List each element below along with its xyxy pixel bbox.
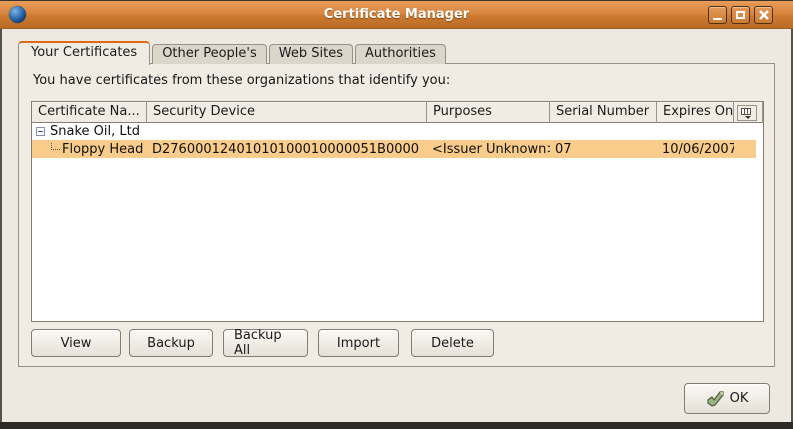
organization-name: Snake Oil, Ltd <box>50 124 140 139</box>
certificate-manager-window: Certificate Manager Your Certificates Ot… <box>0 0 793 429</box>
tree-collapse-icon[interactable] <box>36 127 45 136</box>
tab-other-peoples[interactable]: Other People's <box>152 44 267 64</box>
description-text: You have certificates from these organiz… <box>33 73 450 88</box>
titlebar: Certificate Manager <box>0 1 793 29</box>
ok-button[interactable]: OK <box>684 383 770 414</box>
certificate-name: Floppy Head <box>62 142 143 157</box>
minimize-icon <box>713 18 722 20</box>
certificates-table: Certificate Na... Security Device Purpos… <box>31 101 764 322</box>
column-picker-button[interactable] <box>734 102 763 123</box>
expires-on-cell: 10/06/2007 <box>657 142 734 157</box>
security-device-cell: D27600012401010100010000051B0000 <box>147 142 427 157</box>
action-button-row: View Backup Backup All Import Delete <box>31 329 494 357</box>
globe-icon <box>9 6 26 23</box>
tab-strip: Your Certificates Other People's Web Sit… <box>18 40 446 64</box>
column-header-certificate-name[interactable]: Certificate Na... <box>32 102 147 123</box>
table-header: Certificate Na... Security Device Purpos… <box>32 102 763 123</box>
ok-button-label: OK <box>730 391 749 406</box>
maximize-button[interactable] <box>731 6 750 24</box>
tab-authorities[interactable]: Authorities <box>355 44 446 64</box>
column-header-security-device[interactable]: Security Device <box>147 102 427 123</box>
table-row-organization[interactable]: Snake Oil, Ltd <box>32 123 763 140</box>
certificate-name-cell: Floppy Head <box>32 142 147 157</box>
column-header-purposes[interactable]: Purposes <box>427 102 550 123</box>
minimize-button[interactable] <box>708 6 727 24</box>
backup-all-button[interactable]: Backup All <box>223 329 308 357</box>
close-button[interactable] <box>754 6 773 24</box>
tab-web-sites[interactable]: Web Sites <box>269 44 353 64</box>
tree-branch-icon <box>51 142 60 151</box>
column-picker-icon <box>737 105 757 121</box>
window-controls <box>708 6 773 24</box>
delete-button[interactable]: Delete <box>411 329 494 357</box>
maximize-icon <box>736 11 745 19</box>
window-title: Certificate Manager <box>0 7 793 22</box>
window-border-bottom <box>0 422 793 429</box>
purposes-cell: <Issuer Unknown> <box>427 142 550 157</box>
tab-panel: You have certificates from these organiz… <box>18 63 775 367</box>
close-icon <box>759 10 769 20</box>
table-row-certificate[interactable]: Floppy Head D27600012401010100010000051B… <box>32 140 756 158</box>
import-button[interactable]: Import <box>318 329 399 357</box>
view-button[interactable]: View <box>31 329 121 357</box>
window-border-left <box>0 29 2 429</box>
column-header-serial-number[interactable]: Serial Number <box>550 102 657 123</box>
tab-your-certificates[interactable]: Your Certificates <box>18 41 150 65</box>
ok-check-icon <box>706 391 724 407</box>
serial-number-cell: 07 <box>550 142 657 157</box>
backup-button[interactable]: Backup <box>129 329 213 357</box>
column-header-expires-on[interactable]: Expires On <box>657 102 734 123</box>
